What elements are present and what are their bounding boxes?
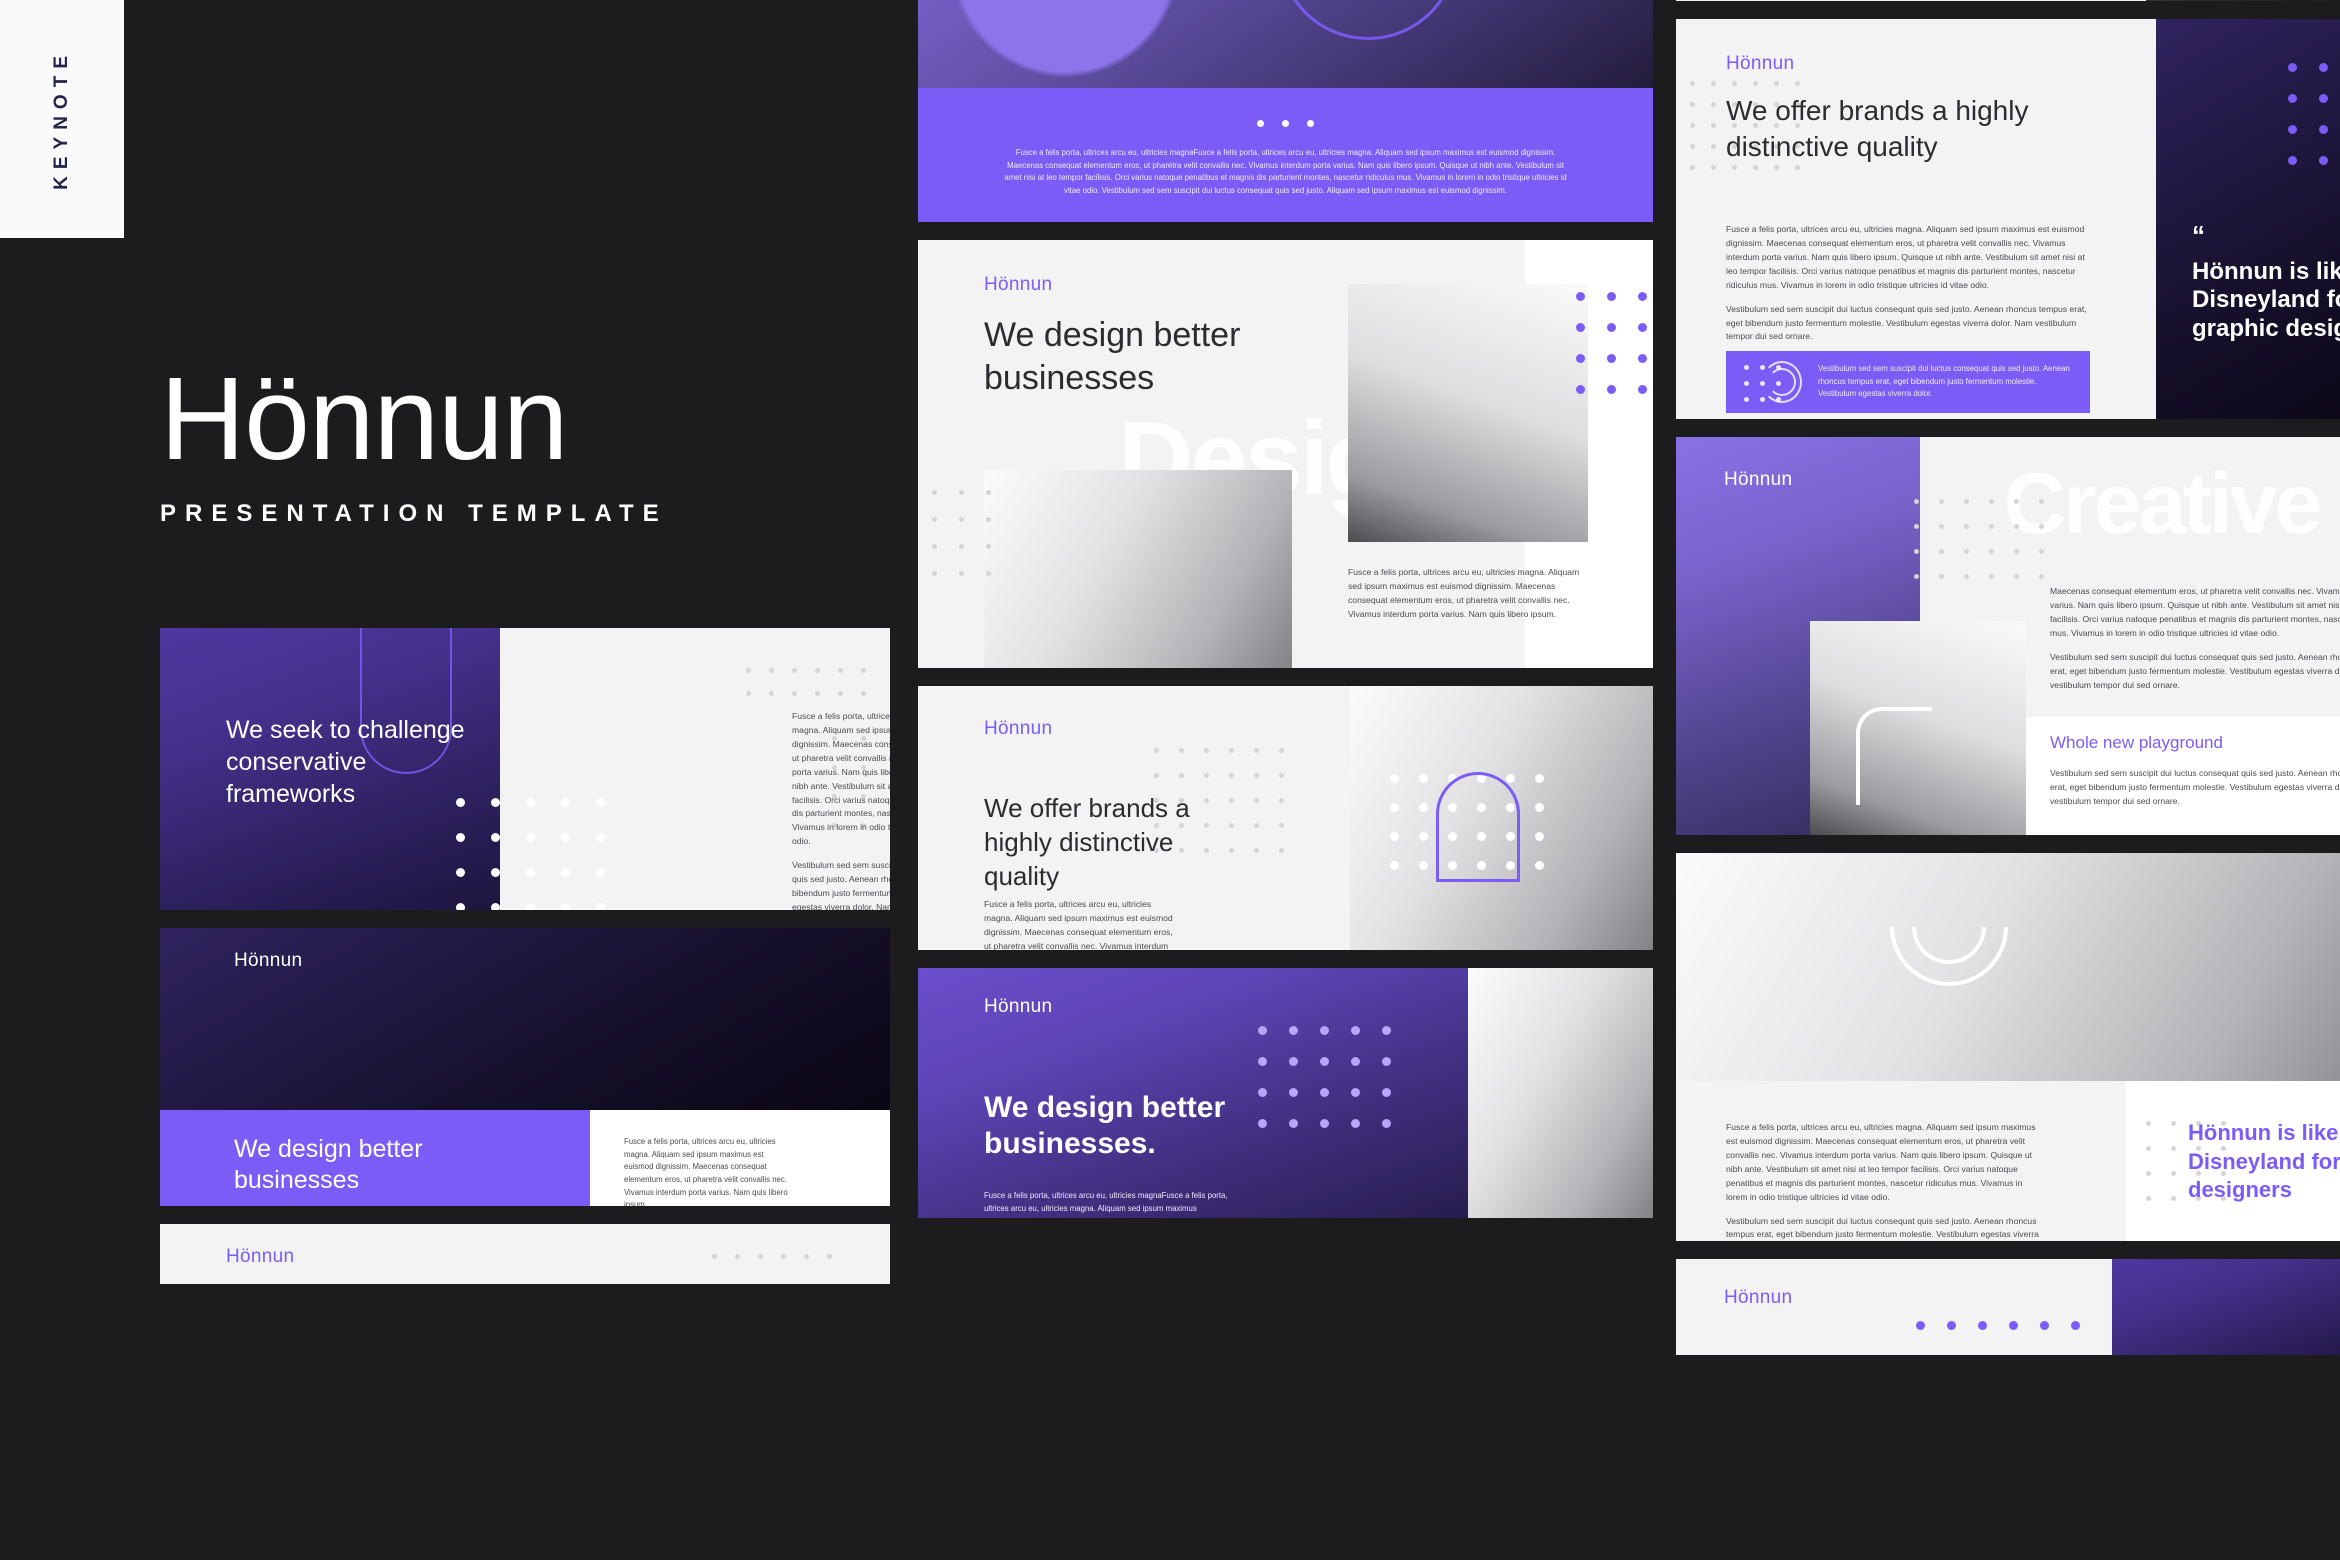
quote-mark-icon: “ <box>2192 220 2205 251</box>
quote-text: Hönnun is like Disneyland for graphic de… <box>2192 257 2340 343</box>
slide-text-left: Hönnun We offer brands a highly distinct… <box>1676 19 2156 419</box>
slide-column-3: magna. Aliquam sed ipsum maximus est eui… <box>1676 0 2340 1373</box>
slide-column-2: We seek to challenge conservative framew… <box>918 0 1653 1236</box>
dot-grid-lavender <box>1258 1026 1391 1128</box>
slide-photo-right <box>1468 968 1653 1218</box>
slide-brandmark: Hönnun <box>1726 53 1795 74</box>
slide-accent-band: Fusce a felis porta, ultrices arcu eu, u… <box>918 88 1653 222</box>
slide-creative[interactable]: Hönnun Creative Maecenas consequat eleme… <box>1676 437 2340 835</box>
slide-heading: We design better businesses <box>984 316 1241 397</box>
slide-body-text: Fusce a felis porta, ultrices arcu eu, u… <box>1004 148 1567 195</box>
slide-photo-left: We seek to challenge conservative framew… <box>160 628 500 910</box>
hero-block: Hönnun PRESENTATION TEMPLATE <box>160 360 668 528</box>
subsection-body: Vestibulum sed sem suscipit dui luctus c… <box>2050 768 2340 806</box>
slide-heading: We design better businesses <box>234 1135 423 1195</box>
slide-design-gallery[interactable]: Hönnun We design better businesses Desig… <box>918 240 1653 668</box>
slide-photo-team: Hönnun <box>160 928 890 1110</box>
slide-body-text: Fusce a felis porta, ultrices arcu eu, u… <box>984 1191 1228 1213</box>
slide-body-text: Fusce a felis porta, ultrices arcu eu, u… <box>624 1137 788 1206</box>
slide-callout-card[interactable]: Vestibulum sed sem suscipit dui luctus c… <box>1726 351 2090 413</box>
slide-photo-right <box>1350 686 1653 950</box>
slide-brands-quote[interactable]: Hönnun We offer brands a highly distinct… <box>1676 19 2340 419</box>
slide-design-photo[interactable]: Hönnun We design better businesses Fusce… <box>160 928 890 1206</box>
slide-brandmark: Hönnun <box>984 718 1053 739</box>
slide-brandmark: Hönnun <box>234 950 303 971</box>
slide-column-1: We seek to challenge conservative framew… <box>160 628 890 1302</box>
dot-grid-gray-left <box>932 490 991 576</box>
slide-photo-studio <box>984 470 1292 668</box>
slide-brandmark: Hönnun <box>984 996 1053 1017</box>
slide-photo-right <box>2112 1259 2340 1355</box>
photo-paper-layout <box>1468 968 1653 1218</box>
slide-text-left: magna. Aliquam sed ipsum maximus est eui… <box>1676 0 2146 1</box>
subsection-heading: Whole new playground <box>2050 733 2223 752</box>
dot-row-purple <box>1916 1321 2080 1330</box>
arc-dots-icon <box>1744 359 1802 405</box>
slide-dots-footer[interactable]: Hönnun <box>160 1224 890 1284</box>
slide-heading: We seek to challenge conservative framew… <box>226 716 465 808</box>
slide-brandmark: Hönnun <box>1724 1287 1793 1308</box>
keynote-badge: KEYNOTE <box>0 0 124 238</box>
quote-block: “ Hönnun is like Disneyland for graphic … <box>2192 220 2340 375</box>
dot-grid-purple-right <box>1576 292 1647 394</box>
slide-footer-dots[interactable]: Hönnun <box>1676 1259 2340 1355</box>
slide-photo-office <box>1676 853 2340 1081</box>
slide-body-text: Maecenas consequat elementum eros, ut ph… <box>2050 586 2340 690</box>
slide-heading: We offer brands a highly distinctive qua… <box>1726 95 2029 162</box>
slide-footer: Fusce a felis porta, ultrices arcu eu, u… <box>1676 1081 2340 1241</box>
slide-brands-quality[interactable]: Hönnun We offer brands a highly distinct… <box>918 686 1653 950</box>
slide-photo-left: Hönnun We design better businesses. Fusc… <box>918 968 1468 1218</box>
slide-text-left: Hönnun We offer brands a highly distinct… <box>918 686 1350 950</box>
slide-body-text: Fusce a felis porta, ultrices arcu eu, u… <box>1348 567 1580 619</box>
slide-heading-panel: We design better businesses <box>160 1110 590 1206</box>
slide-body-text: Fusce a felis porta, ultrices arcu eu, u… <box>792 711 890 910</box>
dot-grid-purple <box>2288 63 2340 165</box>
photo-coworking-space <box>1676 853 2340 1081</box>
page-title: Hönnun <box>160 353 568 485</box>
photo-purple-tinted <box>2112 1259 2340 1355</box>
slide-quote-right: “ Hönnun is like Disneyland for graphic … <box>2156 19 2340 419</box>
slide-office-quote[interactable]: Fusce a felis porta, ultrices arcu eu, u… <box>1676 853 2340 1241</box>
slide-photo-right <box>2146 0 2340 1</box>
slide-photo-inset <box>1810 621 2026 835</box>
slide-text-panel: Fusce a felis porta, ultrices arcu eu, u… <box>590 1110 890 1206</box>
page-subtitle: PRESENTATION TEMPLATE <box>160 500 668 527</box>
slide-text-panel: Fusce a felis porta, ultrices arcu eu, u… <box>1676 1081 2126 1241</box>
photo-product-dark <box>2146 0 2340 1</box>
slide-challenge-split[interactable]: We seek to challenge conservative framew… <box>160 628 890 910</box>
slide-watermark: Creative <box>2004 456 2322 552</box>
callout-text: Vestibulum sed sem suscipit dui luctus c… <box>1818 364 2070 399</box>
slide-body-text: Fusce a felis porta, ultrices arcu eu, u… <box>984 899 1173 950</box>
slide-photo-balloons: We seek to challenge conservative framew… <box>918 0 1653 88</box>
dot-grid-white <box>456 798 605 910</box>
quote-text: Hönnun is like Disneyland for graphic de… <box>2188 1120 2340 1203</box>
slide-heading: We offer brands a highly distinctive qua… <box>984 793 1190 891</box>
photo-audio-gear <box>984 470 1292 668</box>
slide-text-left: Hönnun <box>1676 1259 2112 1355</box>
slide-photo-office <box>1348 284 1588 542</box>
slide-body-text: Fusce a felis porta, ultrices arcu eu, u… <box>1726 1122 2039 1240</box>
keynote-badge-label: KEYNOTE <box>51 48 72 190</box>
slide-branding[interactable]: magna. Aliquam sed ipsum maximus est eui… <box>1676 0 2340 1</box>
slide-challenge-hero[interactable]: We seek to challenge conservative framew… <box>918 0 1653 222</box>
slide-brandmark: Hönnun <box>226 1246 295 1267</box>
dot-grid-gray <box>1914 499 2044 579</box>
rounded-frame-icon <box>1436 772 1520 882</box>
dot-row-gray <box>712 1254 832 1259</box>
quote-author: - Alan Na <box>2192 358 2340 375</box>
photo-woman-desk <box>1348 284 1588 542</box>
rounded-frame-icon <box>1856 707 1932 805</box>
slide-brandmark: Hönnun <box>1724 469 1793 490</box>
slide-quote-panel: Hönnun is like Disneyland for graphic de… <box>2126 1081 2340 1241</box>
slide-subsection: Whole new playground Vestibulum sed sem … <box>2050 733 2340 809</box>
slide-design-bold[interactable]: Hönnun We design better businesses. Fusc… <box>918 968 1653 1218</box>
dot-row-white <box>1002 88 1569 127</box>
slide-footer-bar: We design better businesses Fusce a feli… <box>160 1110 890 1206</box>
slide-body-text: Fusce a felis porta, ultrices arcu eu, u… <box>1726 224 2087 342</box>
dot-grid-gray <box>746 668 866 696</box>
presentation-showcase-canvas: KEYNOTE Hönnun PRESENTATION TEMPLATE We … <box>0 0 2340 1560</box>
photo-celebration <box>918 0 1653 88</box>
slide-brandmark: Hönnun <box>984 274 1053 295</box>
